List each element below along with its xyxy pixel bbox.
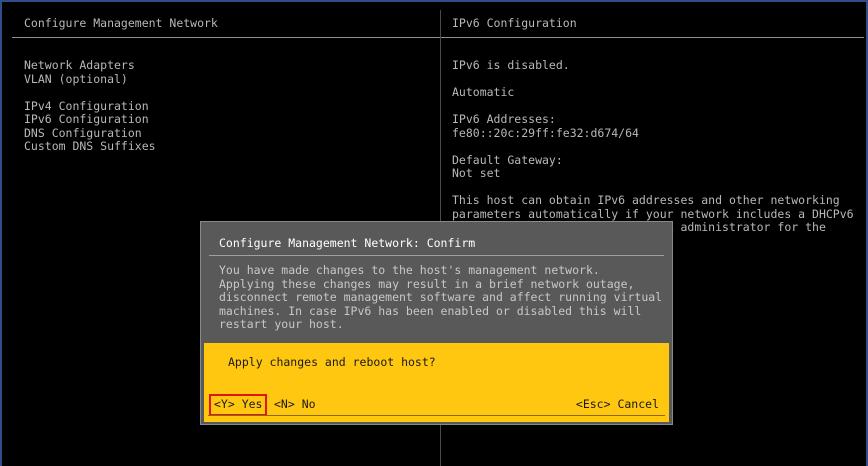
dialog-message: You have made changes to the host's mana…: [219, 263, 664, 332]
dialog-message-line: You have made changes to the host's mana…: [219, 263, 600, 277]
default-gateway-label: Default Gateway:: [452, 152, 563, 167]
ipv6-mode: Automatic: [452, 85, 515, 99]
pane-spacer: [452, 100, 862, 114]
dialog-prompt-area: Apply changes and reboot host? <Y> Yes <…: [204, 343, 669, 422]
dialog-question: Apply changes and reboot host?: [228, 355, 436, 369]
dialog-message-line: restart your host.: [219, 317, 344, 331]
ipv6-description-line: parameters automatically if your network…: [452, 206, 854, 221]
left-header-title: Configure Management Network: [24, 16, 218, 30]
menu-spacer: [24, 86, 424, 100]
default-gateway-value: Not set: [452, 166, 501, 180]
menu-item-dns-configuration[interactable]: DNS Configuration: [24, 126, 424, 141]
console-screen: Configure Management Network IPv6 Config…: [0, 0, 868, 466]
menu-list: Network Adapters VLAN (optional) IPv4 Co…: [24, 58, 424, 154]
dialog-bottom-divider: [208, 415, 665, 416]
dialog-message-line: machines. In case IPv6 has been enabled …: [219, 303, 642, 318]
ipv6-addresses-value: fe80::20c:29ff:fe32:d674/64: [452, 125, 639, 140]
menu-item-network-adapters[interactable]: Network Adapters: [24, 58, 424, 73]
confirm-dialog: Configure Management Network: Confirm Yo…: [200, 221, 673, 425]
dialog-title-divider: [209, 255, 664, 256]
pane-spacer: [452, 73, 862, 87]
pane-spacer: [452, 181, 862, 195]
ipv6-details-pane: IPv6 is disabled. Automatic IPv6 Address…: [452, 58, 862, 248]
dialog-title: Configure Management Network: Confirm: [219, 236, 476, 250]
no-button[interactable]: <N> No: [274, 397, 316, 412]
dialog-message-line: Applying these changes may result in a b…: [219, 276, 635, 291]
menu-item-custom-dns-suffixes[interactable]: Custom DNS Suffixes: [24, 139, 424, 154]
cancel-button[interactable]: <Esc> Cancel: [576, 397, 659, 412]
ipv6-status: IPv6 is disabled.: [452, 58, 570, 72]
menu-item-ipv6-configuration[interactable]: IPv6 Configuration: [24, 112, 424, 127]
dialog-message-line: disconnect remote management software an…: [219, 290, 663, 304]
yes-button[interactable]: <Y> Yes: [209, 394, 268, 416]
header-divider: [12, 37, 864, 38]
pane-spacer: [452, 140, 862, 154]
dialog-actions: <Y> Yes <N> No <Esc> Cancel: [204, 394, 669, 416]
menu-item-vlan[interactable]: VLAN (optional): [24, 72, 424, 87]
ipv6-addresses-label: IPv6 Addresses:: [452, 112, 556, 126]
right-header-title: IPv6 Configuration: [452, 16, 577, 30]
menu-item-ipv4-configuration[interactable]: IPv4 Configuration: [24, 99, 424, 114]
ipv6-description-line: This host can obtain IPv6 addresses and …: [452, 193, 840, 207]
